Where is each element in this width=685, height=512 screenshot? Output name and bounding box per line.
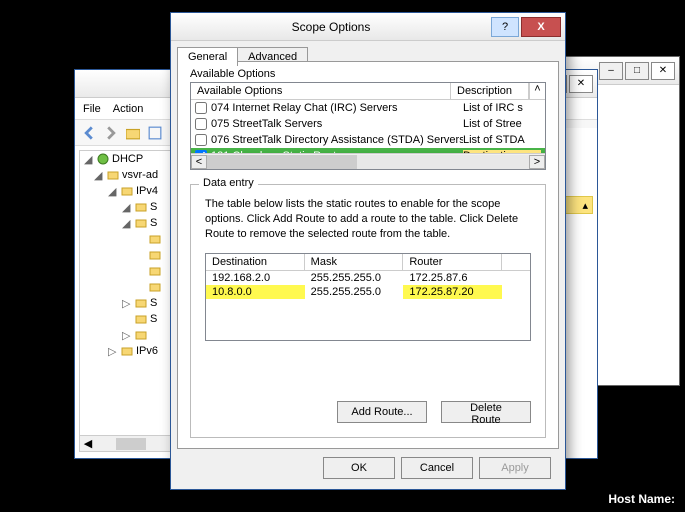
close-button[interactable]: X xyxy=(521,17,561,37)
col-router[interactable]: Router xyxy=(403,254,502,270)
data-entry-group: Data entry The table below lists the sta… xyxy=(190,184,546,438)
server-icon xyxy=(106,168,120,182)
folder-icon[interactable] xyxy=(123,123,143,143)
dialog-titlebar: Scope Options ? X xyxy=(171,13,565,41)
scrollbar-thumb[interactable] xyxy=(116,438,146,450)
help-button[interactable]: ? xyxy=(491,17,519,37)
folder-icon xyxy=(134,328,148,342)
folder-icon xyxy=(134,312,148,326)
host-name-label: Host Name: xyxy=(608,492,675,506)
available-options-label: Available Options xyxy=(190,68,275,80)
option-checkbox[interactable] xyxy=(195,134,207,146)
folder-icon xyxy=(148,248,162,262)
option-row[interactable]: 074 Internet Relay Chat (IRC) ServersLis… xyxy=(191,100,545,116)
col-destination[interactable]: Destination xyxy=(206,254,305,270)
col-spacer xyxy=(502,254,530,270)
add-route-button[interactable]: Add Route... xyxy=(337,401,427,423)
cell-spacer xyxy=(502,271,530,285)
twisty-icon[interactable]: ◢ xyxy=(108,185,118,198)
folder-icon xyxy=(148,264,162,278)
close-button[interactable]: ✕ xyxy=(569,75,593,93)
twisty-icon[interactable]: ▷ xyxy=(108,345,118,358)
option-description: List of STDA xyxy=(463,134,541,146)
tab-page-general: Available Options Available Options Desc… xyxy=(177,61,559,449)
horizontal-scrollbar[interactable]: < > xyxy=(191,153,545,169)
option-checkbox[interactable] xyxy=(195,118,207,130)
scroll-up-icon[interactable]: ˄ xyxy=(529,83,545,99)
option-description: List of Stree xyxy=(463,118,541,130)
option-checkbox[interactable] xyxy=(195,102,207,114)
col-available[interactable]: Available Options xyxy=(191,83,451,99)
scope-icon xyxy=(134,200,148,214)
cell-destination: 10.8.0.0 xyxy=(206,285,305,299)
tree-item-label: vsvr-ad xyxy=(122,169,158,181)
close-button[interactable]: ✕ xyxy=(651,62,675,80)
scrollbar-thumb[interactable] xyxy=(207,155,357,169)
table-row[interactable]: 192.168.2.0255.255.255.0172.25.87.6 xyxy=(206,271,530,285)
dialog-title: Scope Options xyxy=(171,20,491,34)
scope-icon xyxy=(134,216,148,230)
option-label: 074 Internet Relay Chat (IRC) Servers xyxy=(211,102,463,114)
table-row[interactable]: 10.8.0.0255.255.255.0172.25.87.20 xyxy=(206,285,530,299)
cell-mask: 255.255.255.0 xyxy=(305,285,404,299)
maximize-button[interactable]: □ xyxy=(625,62,649,80)
dialog-button-row: OK Cancel Apply xyxy=(177,453,559,483)
twisty-icon[interactable]: ▷ xyxy=(122,329,132,342)
apply-button[interactable]: Apply xyxy=(479,457,551,479)
ok-button[interactable]: OK xyxy=(323,457,395,479)
forward-icon[interactable] xyxy=(101,123,121,143)
folder-icon xyxy=(148,232,162,246)
cell-destination: 192.168.2.0 xyxy=(206,271,305,285)
tree-item-label: S xyxy=(150,201,157,213)
cancel-button[interactable]: Cancel xyxy=(401,457,473,479)
option-row[interactable]: 076 StreetTalk Directory Assistance (STD… xyxy=(191,132,545,148)
tree-item-label: S xyxy=(150,297,157,309)
list-header: Available Options Description ˄ xyxy=(191,83,545,100)
cell-router: 172.25.87.6 xyxy=(403,271,502,285)
menu-action[interactable]: Action xyxy=(113,103,144,115)
available-options-list[interactable]: Available Options Description ˄ 074 Inte… xyxy=(190,82,546,170)
refresh-icon[interactable] xyxy=(145,123,165,143)
twisty-icon[interactable]: ◢ xyxy=(94,169,104,182)
option-row[interactable]: 075 StreetTalk ServersList of Stree xyxy=(191,116,545,132)
cell-mask: 255.255.255.0 xyxy=(305,271,404,285)
col-description[interactable]: Description xyxy=(451,83,529,99)
minimize-button[interactable]: – xyxy=(599,62,623,80)
tree-item-label: S xyxy=(150,217,157,229)
ipv6-icon xyxy=(120,344,134,358)
table-header: Destination Mask Router xyxy=(206,254,530,271)
option-label: 076 StreetTalk Directory Assistance (STD… xyxy=(211,134,463,146)
folder-icon xyxy=(134,296,148,310)
col-mask[interactable]: Mask xyxy=(305,254,404,270)
dhcp-icon xyxy=(96,152,110,166)
delete-route-button[interactable]: Delete Route xyxy=(441,401,531,423)
scroll-right-icon[interactable]: > xyxy=(529,155,545,169)
folder-icon xyxy=(148,280,162,294)
info-text: The table below lists the static routes … xyxy=(205,197,531,242)
tree-item-label: IPv4 xyxy=(136,185,158,197)
cell-spacer xyxy=(502,285,530,299)
routes-table[interactable]: Destination Mask Router 192.168.2.0255.2… xyxy=(205,253,531,341)
option-description: List of IRC s xyxy=(463,102,541,114)
scope-options-dialog: Scope Options ? X General Advanced Avail… xyxy=(170,12,566,490)
twisty-icon[interactable]: ◢ xyxy=(122,201,132,214)
cell-router: 172.25.87.20 xyxy=(403,285,502,299)
tree-item-label: IPv6 xyxy=(136,345,158,357)
menu-file[interactable]: File xyxy=(83,103,101,115)
twisty-icon[interactable]: ◢ xyxy=(122,217,132,230)
group-label: Data entry xyxy=(199,177,258,189)
option-label: 075 StreetTalk Servers xyxy=(211,118,463,130)
ipv4-icon xyxy=(120,184,134,198)
tree-item-label: S xyxy=(150,313,157,325)
tab-general[interactable]: General xyxy=(177,47,238,66)
back-icon[interactable] xyxy=(79,123,99,143)
scroll-left-icon[interactable]: < xyxy=(191,155,207,169)
twisty-icon[interactable]: ▷ xyxy=(122,297,132,310)
